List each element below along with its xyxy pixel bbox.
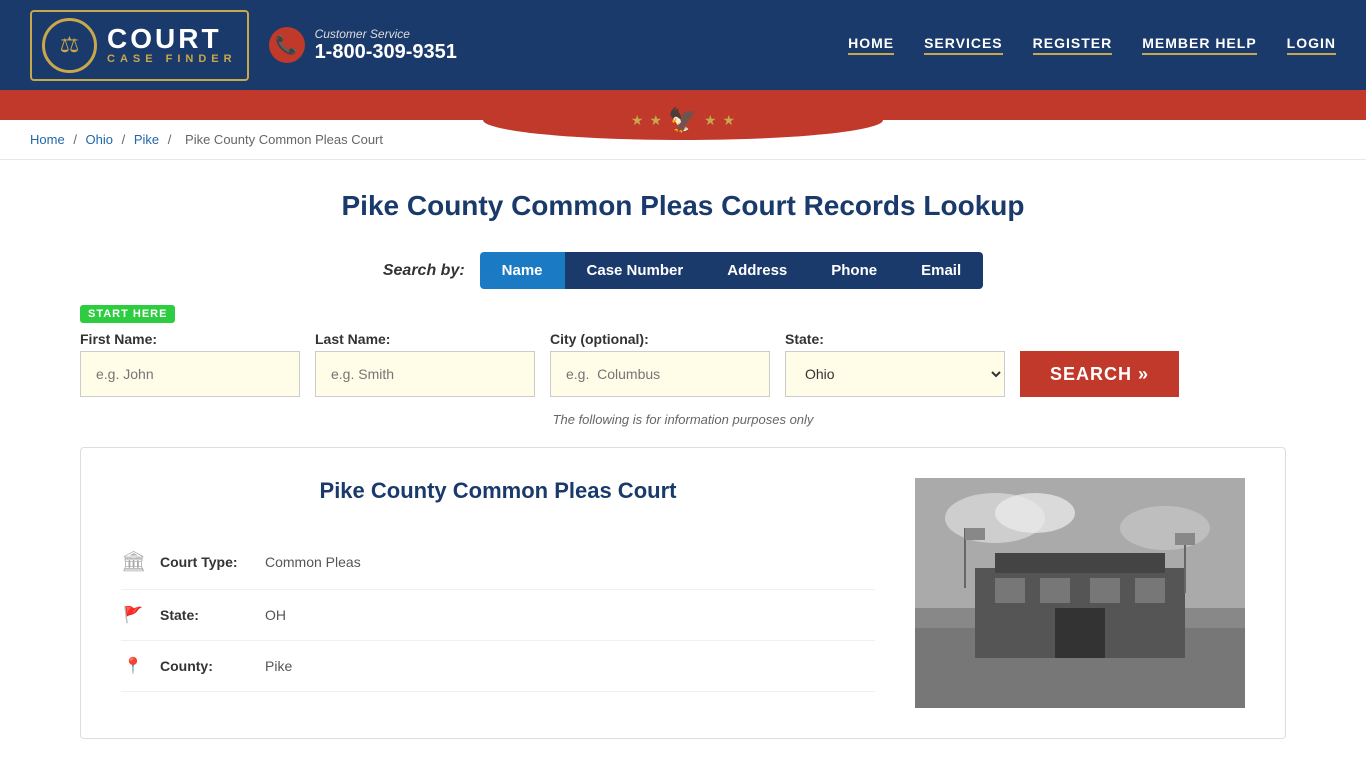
- search-by-label: Search by:: [383, 262, 465, 280]
- court-county-row: 📍 County: Pike: [121, 641, 875, 692]
- first-name-input[interactable]: [80, 351, 300, 397]
- eagle-icon: 🦅: [668, 106, 698, 135]
- last-name-label: Last Name:: [315, 331, 535, 347]
- logo-emblem: ⚖: [42, 18, 97, 73]
- court-info-title: Pike County Common Pleas Court: [121, 478, 875, 504]
- start-here-badge: START HERE: [80, 305, 175, 323]
- city-field: City (optional):: [550, 331, 770, 397]
- court-photo-placeholder: [915, 478, 1245, 708]
- state-select[interactable]: Ohio Alabama Alaska Arizona Arkansas Cal…: [785, 351, 1005, 397]
- wave-banner: ★ ★ 🦅 ★ ★: [0, 90, 1366, 120]
- court-state-value: OH: [265, 607, 286, 623]
- customer-service-label: Customer Service: [315, 27, 457, 41]
- court-type-row: 🏛 Court Type: Common Pleas: [121, 534, 875, 590]
- logo-text-box: COURT CASE FINDER: [107, 25, 237, 65]
- breadcrumb-sep-3: /: [168, 132, 175, 147]
- nav-register[interactable]: REGISTER: [1033, 35, 1113, 55]
- main-nav: HOME SERVICES REGISTER MEMBER HELP LOGIN: [848, 35, 1336, 55]
- customer-service-phone: 1-800-309-9351: [315, 41, 457, 64]
- eagle-stars: ★ ★ 🦅 ★ ★: [631, 106, 735, 135]
- court-info-box: Pike County Common Pleas Court 🏛 Court T…: [80, 447, 1286, 739]
- city-input[interactable]: [550, 351, 770, 397]
- customer-service-text: Customer Service 1-800-309-9351: [315, 27, 457, 64]
- court-county-icon: 📍: [121, 656, 145, 676]
- state-label: State:: [785, 331, 1005, 347]
- main-content: Pike County Common Pleas Court Records L…: [0, 160, 1366, 779]
- court-state-icon: 🚩: [121, 605, 145, 625]
- court-state-label: State:: [160, 607, 250, 623]
- last-name-field: Last Name:: [315, 331, 535, 397]
- header-left: ⚖ COURT CASE FINDER 📞 Customer Service 1…: [30, 10, 457, 81]
- search-form-row: First Name: Last Name: City (optional): …: [80, 331, 1286, 397]
- tab-phone[interactable]: Phone: [809, 252, 899, 289]
- state-field: State: Ohio Alabama Alaska Arizona Arkan…: [785, 331, 1005, 397]
- breadcrumb-current: Pike County Common Pleas Court: [185, 132, 383, 147]
- court-county-label: County:: [160, 658, 250, 674]
- tab-address[interactable]: Address: [705, 252, 809, 289]
- city-label: City (optional):: [550, 331, 770, 347]
- tab-name[interactable]: Name: [480, 252, 565, 289]
- star-icon-4: ★: [723, 112, 736, 129]
- eagle-center: ★ ★ 🦅 ★ ★: [631, 106, 735, 135]
- customer-service: 📞 Customer Service 1-800-309-9351: [269, 27, 457, 64]
- breadcrumb-home[interactable]: Home: [30, 132, 65, 147]
- search-by-row: Search by: Name Case Number Address Phon…: [80, 252, 1286, 289]
- brand-name: COURT: [107, 25, 222, 53]
- star-icon-1: ★: [631, 112, 644, 129]
- court-type-label: Court Type:: [160, 554, 250, 570]
- court-type-value: Common Pleas: [265, 554, 361, 570]
- nav-login[interactable]: LOGIN: [1287, 35, 1336, 55]
- star-icon-3: ★: [704, 112, 717, 129]
- star-icon-2: ★: [649, 112, 662, 129]
- last-name-input[interactable]: [315, 351, 535, 397]
- brand-tagline: CASE FINDER: [107, 53, 237, 65]
- first-name-label: First Name:: [80, 331, 300, 347]
- breadcrumb-ohio[interactable]: Ohio: [86, 132, 113, 147]
- breadcrumb-sep-1: /: [73, 132, 80, 147]
- first-name-field: First Name:: [80, 331, 300, 397]
- nav-home[interactable]: HOME: [848, 35, 894, 55]
- phone-icon: 📞: [269, 27, 305, 63]
- search-button[interactable]: SEARCH »: [1020, 351, 1179, 397]
- page-title: Pike County Common Pleas Court Records L…: [80, 190, 1286, 222]
- nav-services[interactable]: SERVICES: [924, 35, 1003, 55]
- breadcrumb-pike[interactable]: Pike: [134, 132, 159, 147]
- nav-member-help[interactable]: MEMBER HELP: [1142, 35, 1256, 55]
- breadcrumb-sep-2: /: [122, 132, 129, 147]
- court-county-value: Pike: [265, 658, 292, 674]
- tab-case-number[interactable]: Case Number: [565, 252, 706, 289]
- tab-email[interactable]: Email: [899, 252, 983, 289]
- info-note: The following is for information purpose…: [80, 412, 1286, 427]
- balance-icon: ⚖: [60, 32, 80, 58]
- court-state-row: 🚩 State: OH: [121, 590, 875, 641]
- search-form-container: START HERE First Name: Last Name: City (…: [80, 304, 1286, 397]
- logo-box: ⚖ COURT CASE FINDER: [30, 10, 249, 81]
- court-type-icon: 🏛: [121, 549, 145, 574]
- site-header: ⚖ COURT CASE FINDER 📞 Customer Service 1…: [0, 0, 1366, 90]
- court-info-left: Pike County Common Pleas Court 🏛 Court T…: [121, 478, 875, 708]
- court-photo: [915, 478, 1245, 708]
